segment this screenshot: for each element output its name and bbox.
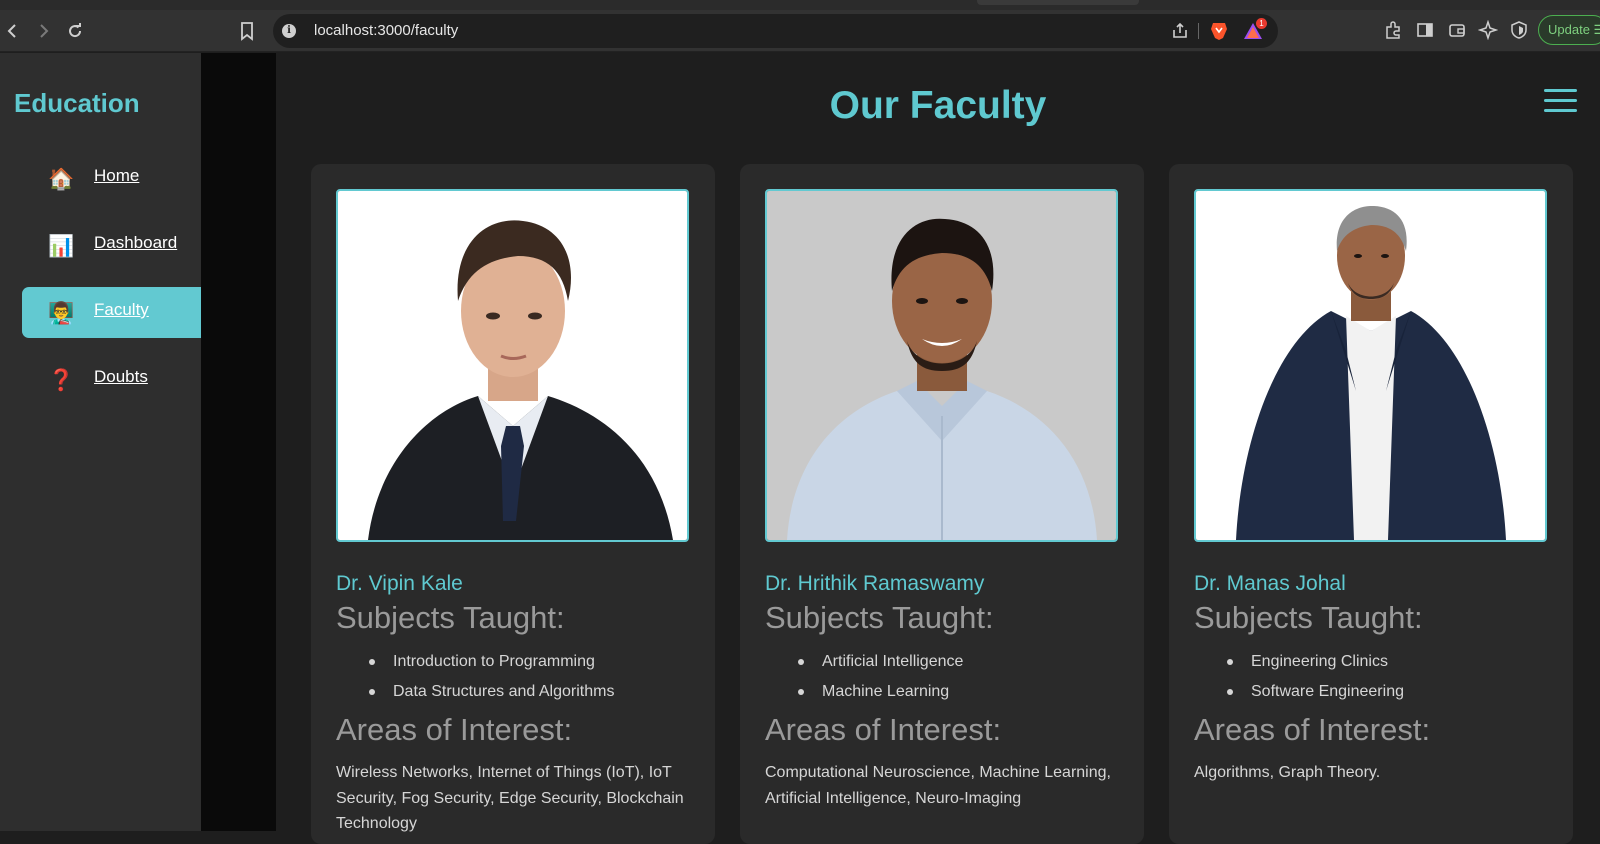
wallet-icon[interactable] [1447, 20, 1467, 40]
url-divider [1198, 23, 1199, 39]
vpn-shield-icon[interactable] [1509, 20, 1529, 40]
question-mark-icon: ❓ [48, 368, 75, 392]
browser-toolbar: i localhost:3000/faculty 1 Update ☰ [0, 10, 1600, 52]
sidebar-item-home[interactable]: 🏠 Home [22, 153, 201, 204]
update-label: Update [1548, 22, 1590, 37]
list-item: Machine Learning [798, 681, 963, 711]
faculty-photo [336, 189, 689, 542]
list-item: Engineering Clinics [1227, 651, 1404, 681]
interests-text: Wireless Networks, Internet of Things (I… [336, 764, 684, 832]
list-item: Artificial Intelligence [798, 651, 963, 681]
interests-text: Algorithms, Graph Theory. [1194, 764, 1381, 781]
hamburger-menu-icon[interactable] [1544, 89, 1577, 113]
info-icon[interactable]: i [282, 24, 296, 38]
page-title: Our Faculty [829, 84, 1047, 127]
subjects-heading: Subjects Taught: [336, 600, 565, 635]
rewards-badge: 1 [1256, 18, 1267, 29]
sidebar-item-label[interactable]: Faculty [94, 300, 149, 320]
leo-ai-icon[interactable] [1477, 19, 1499, 41]
brave-shield-icon[interactable] [1210, 21, 1228, 41]
faculty-card: Dr. Vipin Kale Subjects Taught: Introduc… [311, 164, 715, 844]
subjects-list: Engineering Clinics Software Engineering [1227, 651, 1404, 711]
back-icon[interactable] [2, 20, 24, 42]
list-item: Data Structures and Algorithms [369, 681, 614, 711]
sidebar-item-doubts[interactable]: ❓ Doubts [22, 354, 201, 405]
main-content: Our Faculty Dr. Vipin Kale Subjects Taug… [276, 53, 1600, 844]
faculty-photo [1194, 189, 1547, 542]
brand-title: Education [14, 88, 140, 118]
update-button[interactable]: Update ☰ [1538, 15, 1600, 45]
interests-heading: Areas of Interest: [1194, 712, 1431, 747]
layout-gutter [201, 53, 276, 831]
list-item: Software Engineering [1227, 681, 1404, 711]
faculty-card: Dr. Hrithik Ramaswamy Subjects Taught: A… [740, 164, 1144, 844]
forward-icon[interactable] [32, 20, 54, 42]
subjects-heading: Subjects Taught: [1194, 600, 1423, 635]
faculty-card: Dr. Manas Johal Subjects Taught: Enginee… [1169, 164, 1573, 844]
subjects-list: Introduction to Programming Data Structu… [369, 651, 614, 711]
share-icon[interactable] [1171, 22, 1189, 40]
sidebar-item-faculty[interactable]: 👨‍🏫 Faculty [22, 287, 201, 338]
sidebar-item-dashboard[interactable]: 📊 Dashboard [22, 220, 201, 271]
browser-tabstrip [0, 0, 1600, 10]
browser-tab[interactable] [977, 0, 1139, 5]
interests-heading: Areas of Interest: [765, 712, 1002, 747]
subjects-list: Artificial Intelligence Machine Learning [798, 651, 963, 711]
sidebar-item-label[interactable]: Dashboard [94, 233, 177, 253]
interests-heading: Areas of Interest: [336, 712, 573, 747]
faculty-name: Dr. Hrithik Ramaswamy [765, 572, 985, 595]
faculty-name: Dr. Vipin Kale [336, 572, 463, 595]
sidebar: Education 🏠 Home 📊 Dashboard 👨‍🏫 Faculty… [0, 53, 201, 831]
house-icon: 🏠 [48, 167, 75, 191]
list-item: Introduction to Programming [369, 651, 614, 681]
faculty-photo [765, 189, 1118, 542]
sidebar-toggle-icon[interactable] [1415, 20, 1435, 40]
url-text[interactable]: localhost:3000/faculty [314, 22, 458, 39]
bar-chart-icon: 📊 [48, 234, 75, 258]
extensions-icon[interactable] [1383, 20, 1403, 40]
subjects-heading: Subjects Taught: [765, 600, 994, 635]
reload-icon[interactable] [64, 20, 86, 42]
interests-text: Computational Neuroscience, Machine Lear… [765, 764, 1111, 807]
teacher-icon: 👨‍🏫 [48, 301, 75, 325]
address-bar[interactable]: i localhost:3000/faculty 1 [273, 14, 1278, 48]
bookmark-icon[interactable] [236, 20, 258, 42]
sidebar-item-label[interactable]: Home [94, 166, 139, 186]
faculty-name: Dr. Manas Johal [1194, 572, 1346, 595]
sidebar-item-label[interactable]: Doubts [94, 367, 148, 387]
